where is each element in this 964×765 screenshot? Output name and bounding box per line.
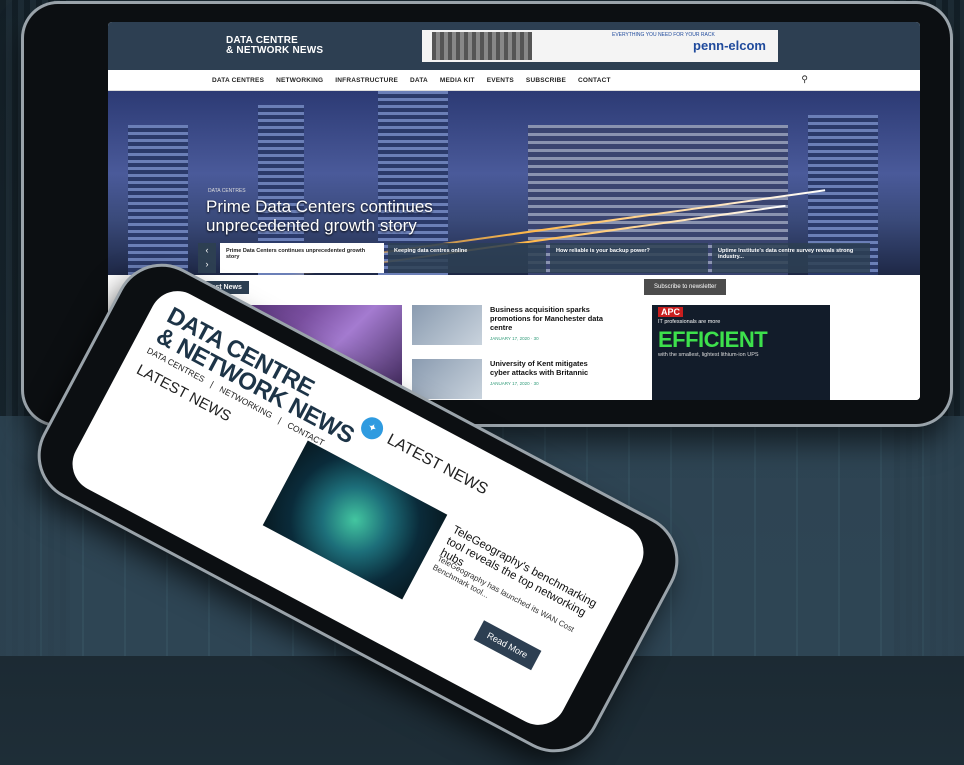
hero-tab-2[interactable]: Keeping data centres online <box>388 243 546 273</box>
site-logo[interactable]: DATA CENTRE & NETWORK NEWS <box>226 36 323 56</box>
nav-events[interactable]: EVENTS <box>487 77 514 84</box>
ad-logo: APC <box>658 307 684 317</box>
nav-data[interactable]: DATA <box>410 77 428 84</box>
news-headline-text[interactable]: University of Kent mitigates cyber attac… <box>490 359 608 377</box>
nav-infrastructure[interactable]: INFRASTRUCTURE <box>335 77 398 84</box>
sidebar-ad[interactable]: APC IT professionals are more EFFICIENT … <box>652 305 830 400</box>
chevron-left-icon[interactable]: ‹ <box>198 243 216 257</box>
news-meta: JANUARY 17, 2020 · 30 <box>490 381 539 386</box>
hero-tab-1[interactable]: Prime Data Centers continues unprecedent… <box>220 243 384 273</box>
main-nav: DATA CENTRES NETWORKING INFRASTRUCTURE D… <box>108 70 920 91</box>
read-more-button[interactable]: Read More <box>473 620 542 671</box>
search-icon[interactable]: ⚲ <box>801 74 808 85</box>
phone-nav-separator: | <box>208 379 216 389</box>
banner-brand: penn-elcom <box>693 38 766 53</box>
phone-nav-separator: | <box>276 415 284 426</box>
news-thumbnail[interactable] <box>412 305 482 345</box>
hero-category[interactable]: DATA CENTRES <box>208 188 246 194</box>
nav-media-kit[interactable]: MEDIA KIT <box>440 77 475 84</box>
nav-data-centres[interactable]: DATA CENTRES <box>212 77 264 84</box>
header-ad-banner[interactable]: EVERYTHING YOU NEED FOR YOUR RACK penn-e… <box>422 30 778 62</box>
chevron-right-icon[interactable]: › <box>198 257 216 271</box>
news-headline-text[interactable]: Business acquisition sparks promotions f… <box>490 305 608 332</box>
ad-small-text: IT professionals are more <box>658 319 721 325</box>
site-header: DATA CENTRE & NETWORK NEWS EVERYTHING YO… <box>108 22 920 70</box>
ad-sub-text: with the smallest, lightest lithium-ion … <box>658 352 759 358</box>
rack-image <box>432 32 532 60</box>
hero-tabs: ‹ › Prime Data Centers continues unprece… <box>198 243 870 273</box>
subscribe-heading[interactable]: Subscribe to newsletter <box>644 279 727 295</box>
nav-subscribe[interactable]: SUBSCRIBE <box>526 77 566 84</box>
hero-slider[interactable]: DATA CENTRES Prime Data Centers continue… <box>108 91 920 275</box>
nav-networking[interactable]: NETWORKING <box>276 77 323 84</box>
hero-title[interactable]: Prime Data Centers continues unprecedent… <box>206 197 506 235</box>
news-meta: JANUARY 17, 2020 · 30 <box>490 336 539 341</box>
hero-tab-4[interactable]: Uptime Institute's data centre survey re… <box>712 243 870 273</box>
slider-arrows[interactable]: ‹ › <box>198 243 216 273</box>
nav-contact[interactable]: CONTACT <box>578 77 611 84</box>
news-thumbnail[interactable] <box>412 359 482 399</box>
news-headline[interactable]: University of Kent mitigates cyber attac… <box>490 359 608 388</box>
news-headline[interactable]: Business acquisition sparks promotions f… <box>490 305 608 343</box>
building-image <box>128 125 188 275</box>
logo-line2: & NETWORK NEWS <box>226 45 324 56</box>
hero-tab-3[interactable]: How reliable is your backup power? <box>550 243 708 273</box>
ad-big-text: EFFICIENT <box>658 327 768 352</box>
